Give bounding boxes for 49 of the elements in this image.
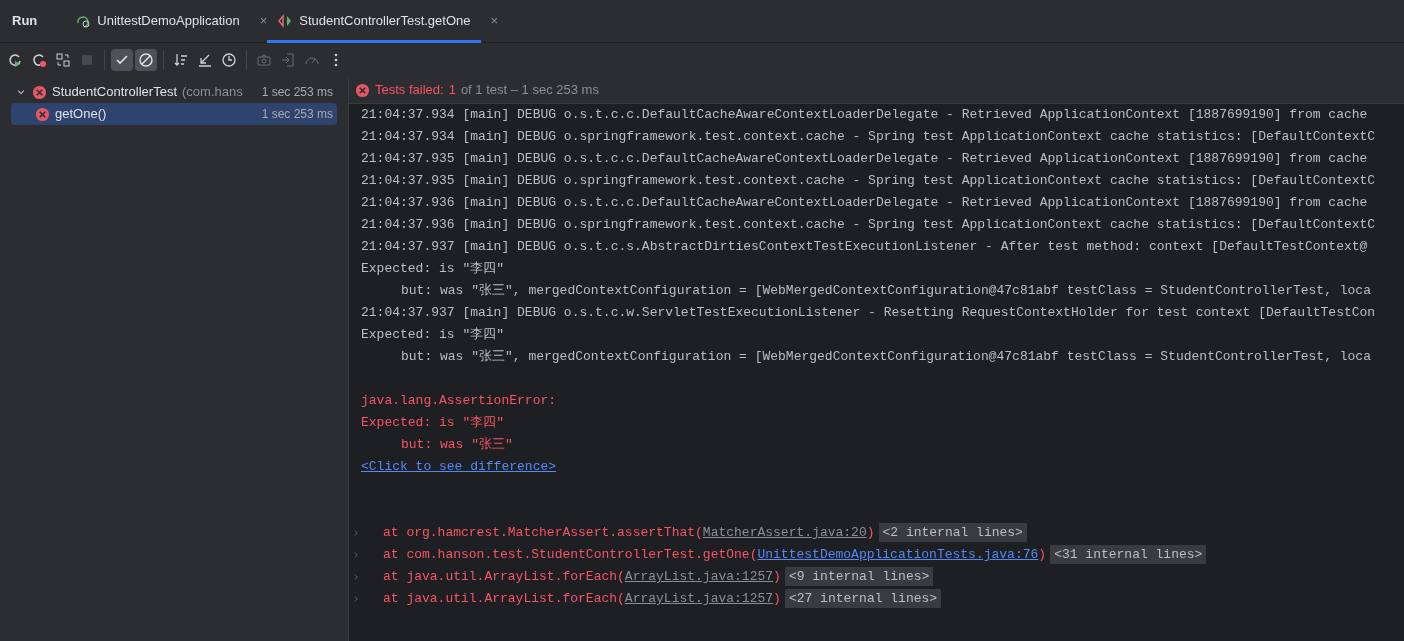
log-line: 21:04:37.937 [main] DEBUG o.s.t.c.s.AbstractDirtiesContextTestExecutionListener - After test method: context [DefaultTestContext@ (361, 239, 1368, 254)
stack-frame-paren: ) (1038, 547, 1047, 562)
internal-lines-fold[interactable]: <9 internal lines> (784, 567, 934, 586)
test-tree-row[interactable]: getOne() 1 sec 253 ms (11, 103, 337, 125)
app-run-icon (75, 13, 92, 29)
internal-lines-fold[interactable]: <2 internal lines> (878, 523, 1027, 542)
test-name: getOne() (55, 105, 107, 124)
package-name: (com.hans (182, 83, 243, 102)
stack-frame-paren: ) (866, 525, 875, 540)
source-link[interactable]: UnittestDemoApplicationTests.java:76 (757, 547, 1039, 562)
status-detail: of 1 test – 1 sec 253 ms (460, 81, 599, 100)
source-link[interactable]: ArrayList.java:1257 (624, 591, 774, 606)
test-name: StudentControllerTest (52, 83, 177, 102)
log-line: but: was "张三", mergedContextConfiguration = [WebMergedContextConfiguration@47c81abf testClass = StudentControllerTest, loca (401, 283, 1371, 298)
log-line: Expected: is "李四" (361, 327, 505, 342)
status-label: Tests failed: (375, 81, 444, 100)
log-line: Expected: is "李四" (361, 261, 505, 276)
log-line: 21:04:37.934 [main] DEBUG o.s.t.c.c.DefaultCacheAwareContextLoaderDelegate - Retrieved ApplicationContext [1887699190] from cache (361, 107, 1368, 122)
error-text: but: was "张三" (401, 437, 513, 452)
close-icon[interactable]: × (259, 11, 268, 31)
stack-frame-text: at org.hamcrest.MatcherAssert.assertThat( (383, 525, 703, 540)
log-line: but: was "张三", mergedContextConfiguration = [WebMergedContextConfiguration@47c81abf testClass = StudentControllerTest, loca (401, 349, 1371, 364)
error-text: Expected: is "李四" (361, 415, 505, 430)
source-link[interactable]: MatcherAssert.java:20 (702, 525, 867, 540)
log-line: 21:04:37.936 [main] DEBUG o.springframework.test.context.cache - Spring test ApplicationContext cache statistics: [DefaultContextC (361, 217, 1376, 232)
stack-frame-paren: ) (773, 591, 781, 606)
internal-lines-fold[interactable]: <27 internal lines> (784, 589, 942, 608)
stack-frame-text: at java.util.ArrayList.forEach( (383, 591, 625, 606)
close-icon[interactable]: × (490, 11, 499, 31)
stack-frame-text: at java.util.ArrayList.forEach( (383, 569, 625, 584)
log-line: 21:04:37.937 [main] DEBUG o.s.t.c.w.ServletTestExecutionListener - Resetting RequestContextHolder for test context [DefaultTestCon (361, 305, 1376, 320)
source-link[interactable]: ArrayList.java:1257 (624, 569, 774, 584)
see-difference-link[interactable]: <Click to see difference> (361, 459, 557, 474)
stack-frame-paren: ) (773, 569, 781, 584)
test-duration: 1 sec 253 ms (261, 106, 333, 123)
test-duration: 1 sec 253 ms (261, 84, 333, 101)
failed-icon (355, 82, 370, 98)
failed-count: 1 (448, 81, 456, 100)
test-icon (277, 13, 294, 29)
tool-window-title: Run (11, 12, 39, 31)
internal-lines-fold[interactable]: <31 internal lines> (1050, 545, 1207, 564)
test-tree-row[interactable]: StudentControllerTest (com.hans 1 sec 253 ms (11, 81, 337, 103)
log-line: 21:04:37.935 [main] DEBUG o.springframework.test.context.cache - Spring test ApplicationContext cache statistics: [DefaultContextC (361, 173, 1376, 188)
log-line: 21:04:37.935 [main] DEBUG o.s.t.c.c.DefaultCacheAwareContextLoaderDelegate - Retrieved ApplicationContext [1887699190] from cache (361, 151, 1368, 166)
stack-frame-text: at com.hanson.test.StudentControllerTest.getOne( (383, 547, 758, 562)
run-tab[interactable]: UnittestDemoApplication (65, 0, 250, 43)
log-line: 21:04:37.936 [main] DEBUG o.s.t.c.c.DefaultCacheAwareContextLoaderDelegate - Retrieved ApplicationContext [1887699190] from cache (361, 195, 1368, 210)
log-line: 21:04:37.934 [main] DEBUG o.springframework.test.context.cache - Spring test ApplicationContext cache statistics: [DefaultContextC (361, 129, 1376, 144)
error-text: java.lang.AssertionError: (361, 393, 557, 408)
